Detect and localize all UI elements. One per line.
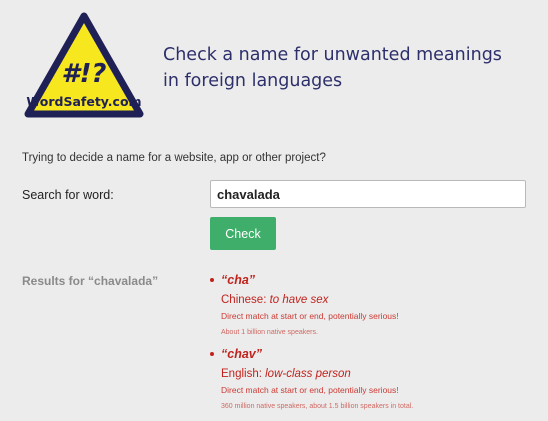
result-language: Chinese: <box>221 294 267 306</box>
bullet-icon <box>210 278 214 282</box>
logo-symbol: #!? <box>61 59 106 89</box>
results-query: “chavalada” <box>88 274 159 288</box>
search-label: Search for word: <box>22 188 114 202</box>
result-speakers: About 1 billion native speakers. <box>221 329 318 336</box>
result-definition: Chinese: to have sex <box>221 293 540 308</box>
wordsafety-logo[interactable]: #!? WordSafety.com <box>22 10 146 122</box>
result-meaning: to have sex <box>269 294 329 306</box>
result-word: “chav” <box>221 347 262 361</box>
search-input[interactable] <box>210 180 526 208</box>
results-heading: Results for “chavalada” <box>22 274 158 288</box>
intro-text: Trying to decide a name for a website, a… <box>22 152 326 164</box>
bullet-icon <box>210 352 214 356</box>
check-button[interactable]: Check <box>210 217 276 250</box>
result-match-note: Direct match at start or end, potentiall… <box>221 311 399 321</box>
result-item: “chav” English: low-class person Direct … <box>210 346 540 412</box>
result-speakers: 360 million native speakers, about 1.5 b… <box>221 403 414 410</box>
results-label-prefix: Results for <box>22 274 85 288</box>
warning-triangle-icon: #!? WordSafety.com <box>24 12 144 118</box>
result-word: “cha” <box>221 273 256 287</box>
logo-site-name: WordSafety.com <box>26 94 141 109</box>
page-tagline: Check a name for unwanted meanings in fo… <box>163 45 502 91</box>
results-list: “cha” Chinese: to have sex Direct match … <box>210 272 540 420</box>
result-language: English: <box>221 368 262 380</box>
result-meaning: low-class person <box>265 368 351 380</box>
result-definition: English: low-class person <box>221 367 540 382</box>
result-match-note: Direct match at start or end, potentiall… <box>221 385 399 395</box>
result-item: “cha” Chinese: to have sex Direct match … <box>210 272 540 338</box>
